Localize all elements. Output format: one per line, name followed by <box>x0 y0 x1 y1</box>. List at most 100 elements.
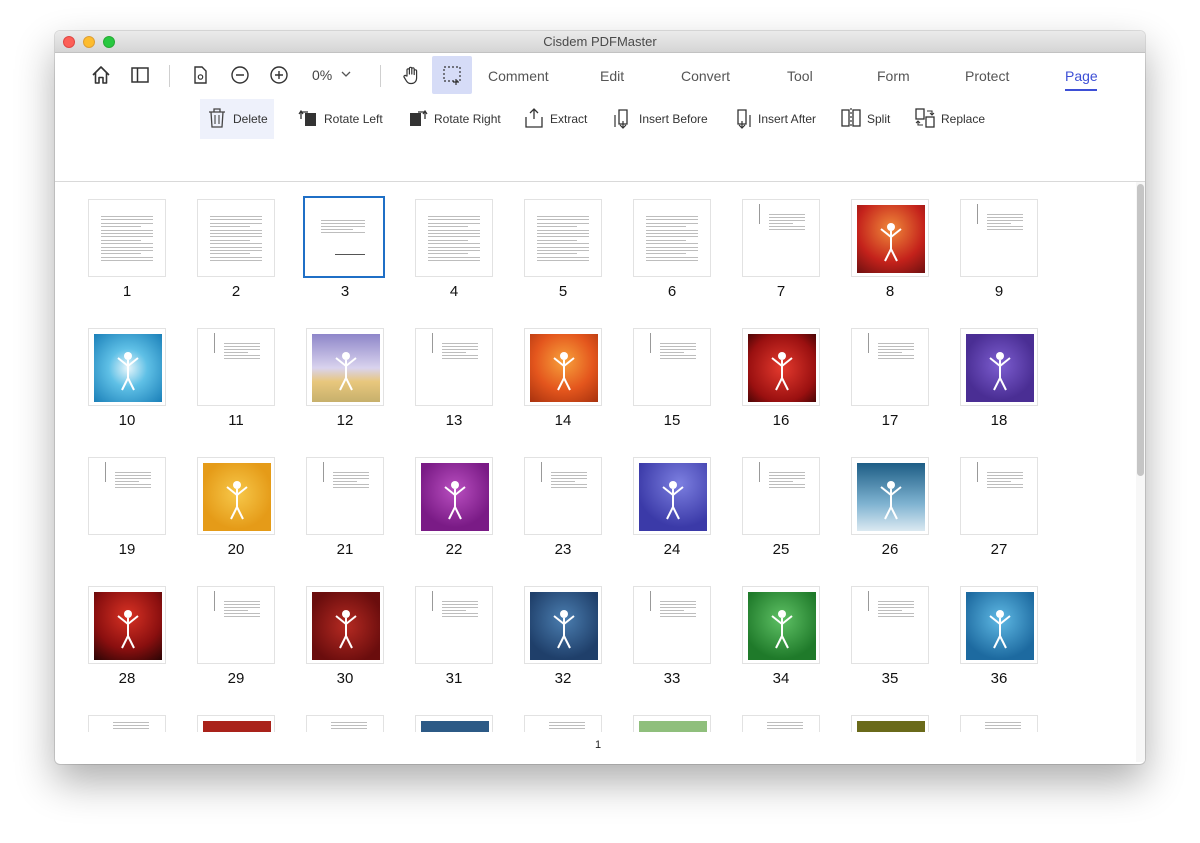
page-thumbnail[interactable]: 34 <box>742 586 822 696</box>
page-thumbnail[interactable]: 9 <box>960 199 1040 309</box>
tab-page[interactable]: Page <box>1065 68 1098 84</box>
home-icon[interactable] <box>89 63 113 87</box>
page-thumbnail[interactable]: 17 <box>851 328 931 438</box>
tab-edit[interactable]: Edit <box>600 68 624 84</box>
zoom-out-icon[interactable] <box>228 63 252 87</box>
zoom-level[interactable]: 0% <box>312 67 332 83</box>
page-preview[interactable] <box>633 328 711 406</box>
page-preview[interactable] <box>524 457 602 535</box>
page-preview[interactable] <box>960 328 1038 406</box>
page-preview[interactable] <box>524 586 602 664</box>
page-preview[interactable] <box>306 328 384 406</box>
page-preview[interactable] <box>742 586 820 664</box>
tab-comment[interactable]: Comment <box>488 68 549 84</box>
page-preview[interactable] <box>633 457 711 535</box>
delete-button[interactable]: Delete <box>200 99 274 139</box>
page-preview[interactable] <box>88 715 166 732</box>
page-preview[interactable] <box>415 457 493 535</box>
tab-convert[interactable]: Convert <box>681 68 730 84</box>
page-preview[interactable] <box>306 457 384 535</box>
tab-protect[interactable]: Protect <box>965 68 1009 84</box>
rotate-right-button[interactable]: Rotate Right <box>401 99 507 139</box>
page-preview[interactable] <box>524 328 602 406</box>
replace-button[interactable]: Replace <box>908 99 991 139</box>
page-thumbnail[interactable]: 29 <box>197 586 277 696</box>
page-preview[interactable] <box>742 328 820 406</box>
page-preview[interactable] <box>960 199 1038 277</box>
page-preview[interactable] <box>303 196 385 278</box>
page-preview[interactable] <box>415 199 493 277</box>
tab-tool[interactable]: Tool <box>787 68 813 84</box>
sidebar-icon[interactable] <box>128 63 152 87</box>
page-thumbnail[interactable]: 36 <box>960 586 1040 696</box>
rotate-left-button[interactable]: Rotate Left <box>291 99 389 139</box>
page-preview[interactable] <box>960 715 1038 732</box>
page-thumbnail[interactable]: 24 <box>633 457 713 567</box>
page-thumbnail[interactable]: 19 <box>88 457 168 567</box>
page-thumbnail[interactable]: 26 <box>851 457 931 567</box>
close-window-button[interactable] <box>63 36 75 48</box>
page-thumbnail[interactable]: 28 <box>88 586 168 696</box>
page-preview[interactable] <box>415 586 493 664</box>
page-thumbnail[interactable]: 11 <box>197 328 277 438</box>
page-thumbnail[interactable]: 14 <box>524 328 604 438</box>
page-thumbnail[interactable]: 31 <box>415 586 495 696</box>
page-preview[interactable] <box>88 586 166 664</box>
page-preview[interactable] <box>197 328 275 406</box>
page-preview[interactable] <box>197 715 275 732</box>
page-thumbnail[interactable]: 27 <box>960 457 1040 567</box>
page-preview[interactable] <box>960 457 1038 535</box>
page-thumbnail[interactable]: 7 <box>742 199 822 309</box>
scrollbar-thumb[interactable] <box>1137 184 1144 476</box>
page-thumbnail[interactable]: 10 <box>88 328 168 438</box>
page-thumbnail[interactable]: 22 <box>415 457 495 567</box>
page-preview[interactable] <box>88 199 166 277</box>
page-preview[interactable] <box>306 715 384 732</box>
page-preview[interactable] <box>88 328 166 406</box>
page-preview[interactable] <box>960 586 1038 664</box>
page-thumbnail[interactable]: 1 <box>88 199 168 309</box>
page-preview[interactable] <box>851 715 929 732</box>
page-preview[interactable] <box>633 715 711 732</box>
page-thumbnail[interactable]: 20 <box>197 457 277 567</box>
page-thumbnail[interactable]: 32 <box>524 586 604 696</box>
vertical-scrollbar[interactable] <box>1136 182 1145 762</box>
page-preview[interactable] <box>197 199 275 277</box>
page-thumbnail[interactable]: 6 <box>633 199 713 309</box>
zoom-in-icon[interactable] <box>267 63 291 87</box>
page-preview[interactable] <box>851 457 929 535</box>
page-preview[interactable] <box>197 457 275 535</box>
page-preview[interactable] <box>851 328 929 406</box>
page-thumbnail[interactable]: 33 <box>633 586 713 696</box>
page-thumbnail[interactable]: 3 <box>303 196 386 309</box>
page-preview[interactable] <box>633 586 711 664</box>
page-preview[interactable] <box>415 715 493 732</box>
page-preview[interactable] <box>524 199 602 277</box>
page-preview[interactable] <box>88 457 166 535</box>
page-view-icon[interactable] <box>188 63 212 87</box>
page-thumbnail[interactable]: 5 <box>524 199 604 309</box>
split-button[interactable]: Split <box>834 99 896 139</box>
page-preview[interactable] <box>742 457 820 535</box>
tab-form[interactable]: Form <box>877 68 910 84</box>
hand-tool-icon[interactable] <box>400 63 424 87</box>
page-preview[interactable] <box>742 715 820 732</box>
page-preview[interactable] <box>742 199 820 277</box>
page-thumbnail[interactable]: 25 <box>742 457 822 567</box>
page-preview[interactable] <box>197 586 275 664</box>
page-thumbnail[interactable]: 35 <box>851 586 931 696</box>
minimize-window-button[interactable] <box>83 36 95 48</box>
page-preview[interactable] <box>306 586 384 664</box>
chevron-down-icon[interactable] <box>340 67 352 85</box>
page-thumbnail[interactable]: 13 <box>415 328 495 438</box>
insert-after-button[interactable]: Insert After <box>725 99 822 139</box>
maximize-window-button[interactable] <box>103 36 115 48</box>
page-preview[interactable] <box>415 328 493 406</box>
page-preview[interactable] <box>633 199 711 277</box>
insert-before-button[interactable]: Insert Before <box>606 99 714 139</box>
page-thumbnail[interactable]: 8 <box>851 199 931 309</box>
page-thumbnail[interactable]: 30 <box>306 586 386 696</box>
select-tool-icon[interactable] <box>432 56 472 94</box>
page-thumbnail[interactable]: 4 <box>415 199 495 309</box>
page-thumbnail[interactable]: 21 <box>306 457 386 567</box>
